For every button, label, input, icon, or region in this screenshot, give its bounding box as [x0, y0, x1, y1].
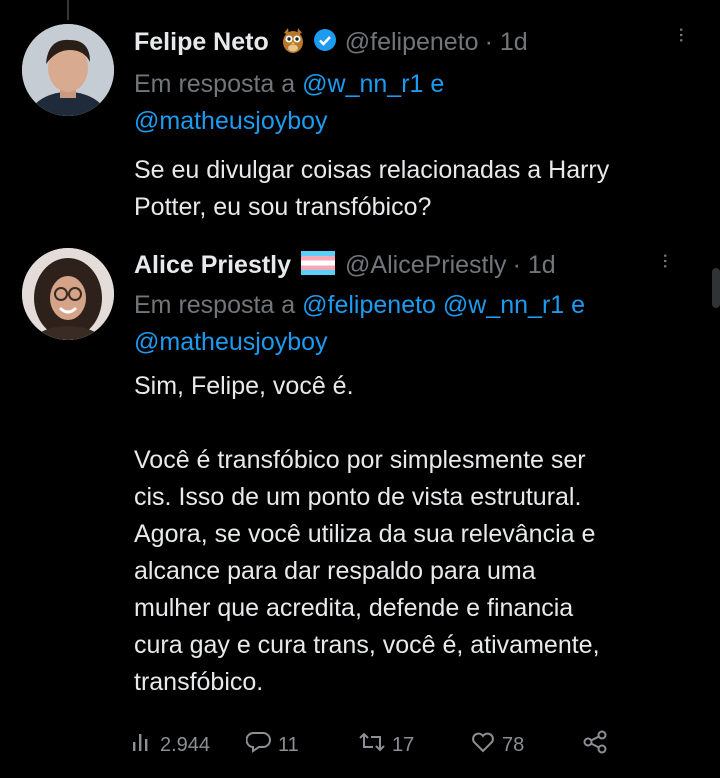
- author-handle[interactable]: @AlicePriestly: [345, 251, 507, 280]
- mention-connector: e: [423, 70, 445, 98]
- reply-icon: [245, 730, 278, 760]
- like-count: 78: [502, 733, 525, 756]
- share-icon: [582, 730, 616, 760]
- share-action[interactable]: [582, 730, 616, 760]
- tweet-alice[interactable]: Alice Priestly @AlicePriestly · 1d ··· E…: [0, 240, 720, 778]
- tweet-actions: 2.944 11 17 78: [130, 730, 690, 770]
- reply-prefix: Em resposta a: [134, 70, 303, 98]
- reply-context: Em resposta a @felipeneto @w_nn_r1 e @ma…: [134, 287, 704, 361]
- views-action[interactable]: 2.944: [130, 730, 210, 760]
- author-name[interactable]: Felipe Neto: [134, 28, 269, 57]
- views-count: 2.944: [160, 733, 211, 756]
- reply-context: Em resposta a @w_nn_r1 e @matheusjoyboy: [134, 66, 694, 140]
- tweet-time[interactable]: · 1d: [485, 28, 528, 57]
- author-name[interactable]: Alice Priestly: [134, 251, 291, 280]
- reply-count: 11: [278, 733, 299, 756]
- retweet-icon: [358, 730, 392, 760]
- retweet-action[interactable]: 17: [358, 730, 414, 760]
- tweet-time[interactable]: · 1d: [513, 251, 556, 280]
- tweet-text: Se eu divulgar coisas relacionadas a Har…: [134, 156, 610, 221]
- mention-connector: e: [564, 291, 586, 319]
- author-handle[interactable]: @felipeneto: [345, 28, 479, 57]
- scrollbar[interactable]: [712, 268, 720, 308]
- more-icon[interactable]: ···: [654, 252, 679, 268]
- avatar-alice[interactable]: [22, 248, 114, 340]
- avatar-felipe[interactable]: [22, 24, 114, 116]
- like-action[interactable]: 78: [470, 730, 524, 760]
- trans-flag-icon: [301, 250, 336, 280]
- retweet-count: 17: [392, 733, 415, 756]
- reply-action[interactable]: 11: [245, 730, 299, 760]
- owl-emoji-icon: [281, 27, 305, 58]
- tweet-text: Sim, Felipe, você é. Você é transfóbico …: [134, 372, 600, 696]
- views-icon: [130, 730, 160, 760]
- like-icon: [470, 730, 502, 760]
- reply-prefix: Em resposta a: [134, 291, 303, 319]
- verified-badge-icon: [313, 28, 337, 57]
- mention-link[interactable]: @felipeneto: [302, 291, 436, 319]
- mention-link[interactable]: @w_nn_r1: [302, 70, 423, 98]
- mention-link[interactable]: @matheusjoyboy: [134, 328, 328, 356]
- mention-link[interactable]: @matheusjoyboy: [134, 107, 328, 135]
- more-icon[interactable]: ···: [670, 26, 695, 42]
- tweet-felipe[interactable]: Felipe Neto @felipeneto · 1d ··· Em resp…: [0, 0, 720, 240]
- mention-link[interactable]: @w_nn_r1: [443, 291, 564, 319]
